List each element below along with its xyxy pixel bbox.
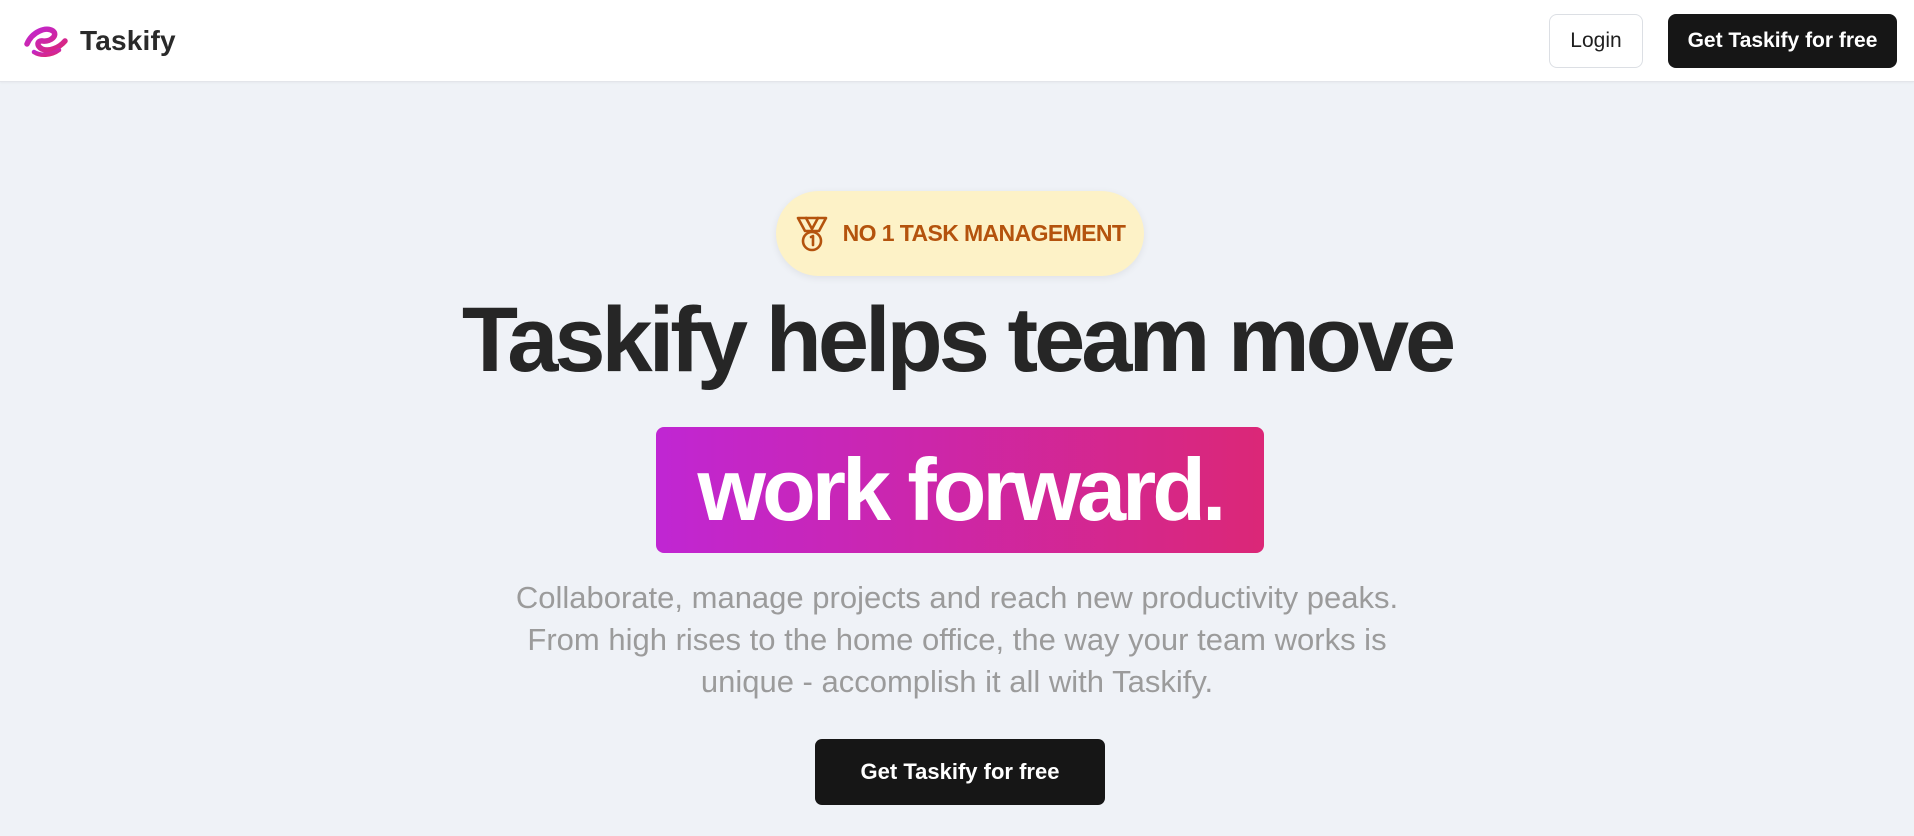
login-button[interactable]: Login bbox=[1549, 14, 1643, 68]
get-taskify-header-button[interactable]: Get Taskify for free bbox=[1668, 14, 1897, 68]
hero-badge: NO 1 TASK MANAGEMENT bbox=[776, 191, 1144, 276]
hero-subtext: Collaborate, manage projects and reach n… bbox=[457, 577, 1457, 703]
get-taskify-hero-button[interactable]: Get Taskify for free bbox=[815, 739, 1105, 805]
subtext-line: unique - accomplish it all with Taskify. bbox=[700, 664, 1214, 699]
medal-icon bbox=[796, 216, 827, 251]
hero-highlight: work forward. bbox=[656, 427, 1264, 553]
brand-logo-link[interactable]: Taskify bbox=[24, 22, 176, 60]
badge-text: NO 1 TASK MANAGEMENT bbox=[842, 220, 1126, 246]
hero-headline: Taskify helps team move bbox=[461, 289, 1456, 391]
brand-name: Taskify bbox=[80, 25, 176, 56]
subtext-line: Collaborate, manage projects and reach n… bbox=[515, 580, 1399, 615]
subtext-line: From high rises to the home office, the … bbox=[527, 622, 1387, 657]
taskify-logo-icon bbox=[24, 26, 68, 57]
top-navbar: Taskify Login Get Taskify for free bbox=[0, 0, 1914, 82]
